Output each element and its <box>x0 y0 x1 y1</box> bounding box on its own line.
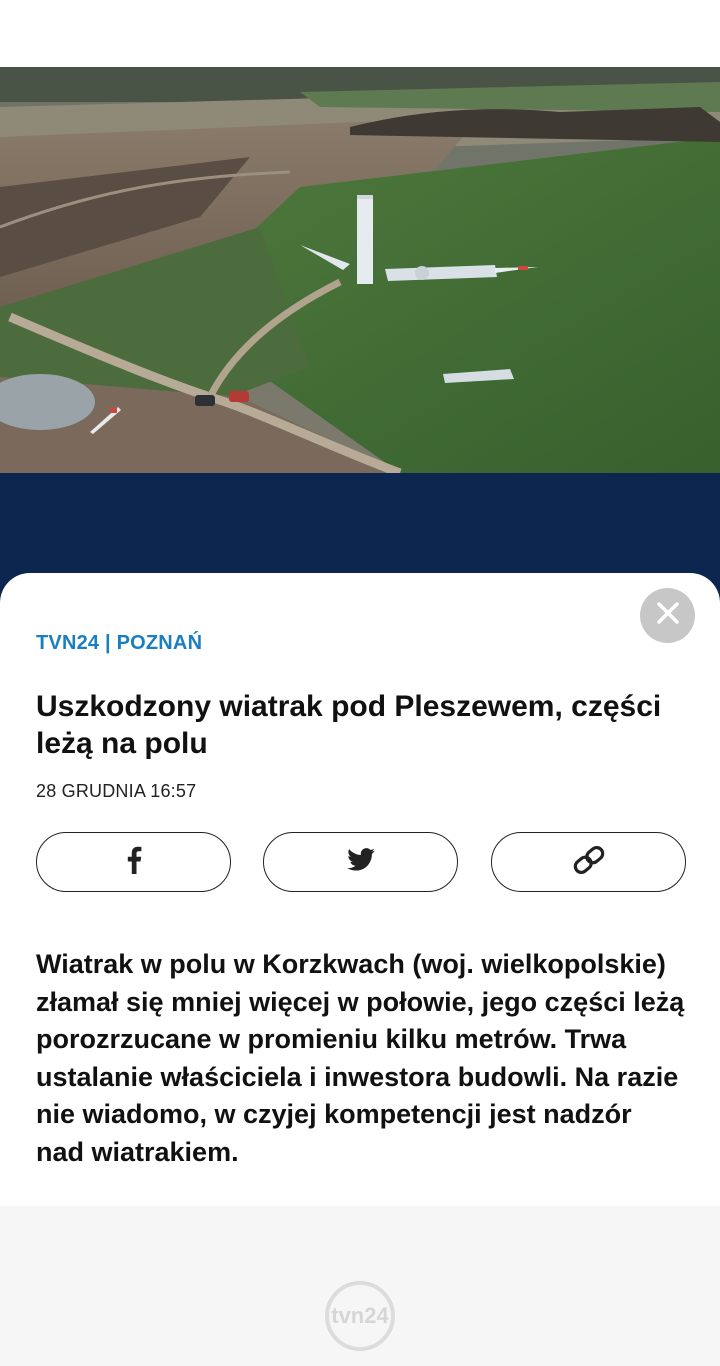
facebook-icon <box>126 846 142 879</box>
article-date: 28 GRUDNIA 16:57 <box>36 781 197 801</box>
article-source[interactable]: TVN24 | POZNAŃ <box>36 632 202 655</box>
copy-link-button[interactable] <box>491 832 686 892</box>
share-twitter-button[interactable] <box>263 832 458 892</box>
source-region: POZNAŃ <box>116 632 203 654</box>
article-title: Uszkodzony wiatrak pod Pleszewem, części… <box>36 690 662 760</box>
article-lead: Wiatrak w polu w Korzkwach (woj. wielkop… <box>36 949 685 1167</box>
close-icon <box>656 601 680 630</box>
close-button[interactable] <box>640 588 695 643</box>
share-facebook-button[interactable] <box>36 832 231 892</box>
twitter-icon <box>346 848 375 876</box>
tvn24-logo[interactable]: tvn24 <box>322 1279 398 1353</box>
top-bar <box>0 0 720 67</box>
footer-logo-text: tvn24 <box>331 1303 389 1328</box>
source-name: TVN24 <box>36 632 100 654</box>
source-separator: | <box>105 632 111 654</box>
hero-image <box>0 67 720 473</box>
link-icon <box>571 845 607 880</box>
